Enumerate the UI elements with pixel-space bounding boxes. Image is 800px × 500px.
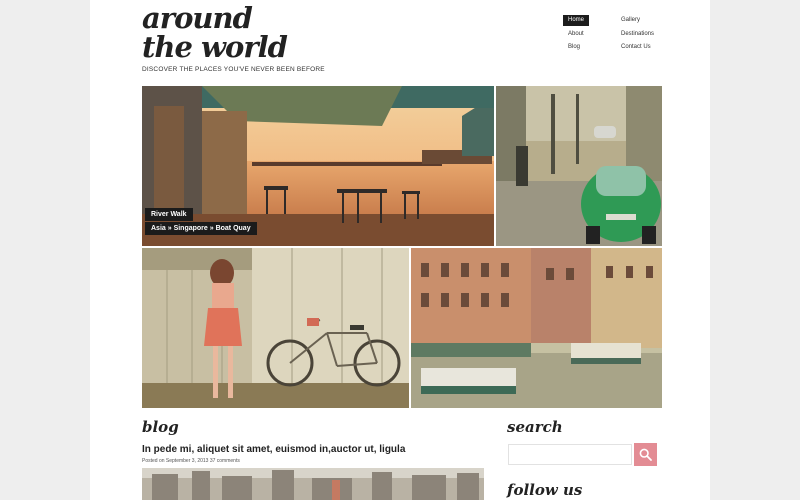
logo-line-2: the world bbox=[142, 30, 288, 64]
search-icon bbox=[639, 448, 652, 461]
page: around the world DISCOVER THE PLACES YOU… bbox=[90, 0, 710, 500]
site-tagline: DISCOVER THE PLACES YOU'VE NEVER BEEN BE… bbox=[142, 66, 325, 73]
nav-destinations[interactable]: Destinations bbox=[621, 29, 654, 40]
search-button[interactable] bbox=[634, 443, 657, 466]
search-input[interactable] bbox=[508, 444, 632, 465]
slider-caption-title[interactable]: River Walk bbox=[145, 208, 193, 221]
main-nav: Home About Blog Gallery Destinations Con… bbox=[563, 15, 673, 57]
nav-contact-us[interactable]: Contact Us bbox=[621, 42, 651, 53]
slider-caption-path[interactable]: Asia » Singapore » Boat Quay bbox=[145, 222, 257, 235]
post-title[interactable]: In pede mi, aliquet sit amet, euismod in… bbox=[142, 444, 405, 455]
nav-blog[interactable]: Blog bbox=[568, 42, 580, 53]
blog-section-title: blog bbox=[142, 418, 179, 436]
logo-line-1: around bbox=[142, 1, 253, 35]
nav-home[interactable]: Home bbox=[563, 15, 590, 26]
photo-venice-canal[interactable] bbox=[411, 248, 662, 408]
site-logo[interactable]: around the world bbox=[142, 1, 288, 64]
follow-section-title: follow us bbox=[507, 481, 583, 499]
search-section-title: search bbox=[507, 418, 563, 436]
photo-green-car[interactable] bbox=[496, 86, 662, 246]
post-image[interactable] bbox=[142, 468, 484, 500]
post-meta: Posted on September 3, 2013 37 comments bbox=[142, 458, 240, 464]
nav-about[interactable]: About bbox=[568, 29, 584, 40]
nav-gallery[interactable]: Gallery bbox=[621, 15, 640, 26]
photo-woman-bicycle[interactable] bbox=[142, 248, 409, 408]
